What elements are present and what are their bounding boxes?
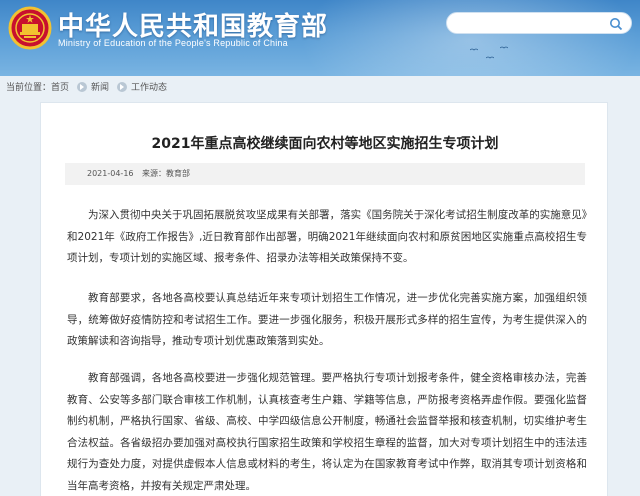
- article-paragraph: 教育部强调，各地各高校要进一步强化规范管理。要严格执行专项计划报考条件，健全资格…: [67, 372, 587, 492]
- search-input[interactable]: [446, 12, 632, 34]
- site-subtitle: Ministry of Education of the People's Re…: [58, 38, 288, 48]
- chevron-right-icon: [117, 82, 128, 92]
- search-icon[interactable]: [609, 17, 623, 31]
- bird-decoration: [486, 56, 494, 59]
- article-source: 来源：教育部: [142, 169, 191, 178]
- bird-decoration: [470, 48, 478, 51]
- site-header: 中华人民共和国教育部 Ministry of Education of the …: [0, 0, 640, 76]
- breadcrumb-news[interactable]: 新闻: [91, 76, 109, 100]
- breadcrumb-work-updates[interactable]: 工作动态: [131, 76, 167, 100]
- article-paragraph: 为深入贯彻中央关于巩固拓展脱贫攻坚成果有关部署，落实《国务院关于深化考试招生制度…: [67, 209, 587, 264]
- article-meta: 2021-04-16 来源：教育部: [65, 163, 585, 185]
- breadcrumb: 当前位置：首页 新闻 工作动态: [0, 76, 640, 100]
- national-emblem-icon[interactable]: [8, 6, 52, 50]
- chevron-right-icon: [77, 82, 88, 92]
- breadcrumb-prefix: 当前位置：: [6, 83, 52, 93]
- bird-decoration: [500, 46, 508, 49]
- breadcrumb-home[interactable]: 首页: [51, 76, 69, 100]
- article-date: 2021-04-16: [87, 169, 134, 178]
- article-paragraph: 教育部要求，各地各高校要认真总结近年来专项计划招生工作情况，进一步优化完善实施方…: [67, 292, 587, 347]
- article-card: 2021年重点高校继续面向农村等地区实施招生专项计划 2021-04-16 来源…: [40, 102, 608, 496]
- article-title: 2021年重点高校继续面向农村等地区实施招生专项计划: [151, 136, 499, 152]
